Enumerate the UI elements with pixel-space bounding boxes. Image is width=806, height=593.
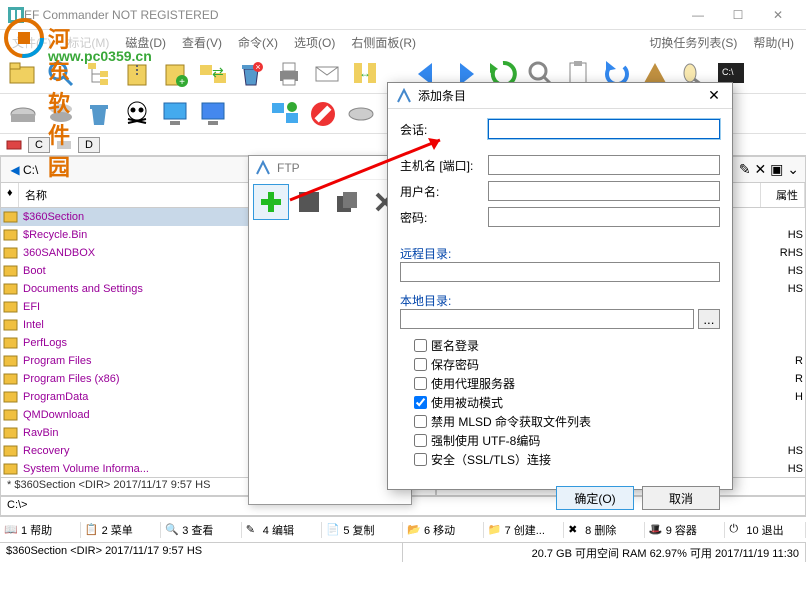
- svg-text:×: ×: [255, 62, 260, 72]
- browse-button[interactable]: ...: [698, 309, 720, 329]
- drive-d-icon: [56, 137, 72, 153]
- fkey-6[interactable]: 📂6 移动: [403, 522, 484, 538]
- fkey-9[interactable]: 🎩9 容器: [645, 522, 726, 538]
- local-dir-input[interactable]: [400, 309, 694, 329]
- trash2-icon[interactable]: [82, 97, 116, 131]
- menu-help[interactable]: 帮助(H): [747, 32, 800, 53]
- label-host: 主机名 [端口]:: [400, 157, 488, 174]
- svg-text:+: +: [179, 77, 185, 88]
- search-icon[interactable]: [44, 57, 78, 91]
- chk-mlsd[interactable]: 禁用 MLSD 命令获取文件列表: [414, 413, 720, 430]
- chk-utf8[interactable]: 强制使用 UTF-8编码: [414, 432, 720, 449]
- menu-cmd[interactable]: 命令(X): [232, 32, 284, 53]
- app-icon: [8, 7, 24, 23]
- print-icon[interactable]: [272, 57, 306, 91]
- password-input[interactable]: [488, 207, 720, 227]
- bottom-left: $360Section <DIR> 2017/11/17 9:57 HS: [0, 543, 403, 562]
- menu-opts[interactable]: 选项(O): [288, 32, 341, 53]
- fkey-bar: 📖1 帮助📋2 菜单🔍3 查看✎4 编辑📄5 复制📂6 移动📁7 创建...✖8…: [0, 516, 806, 542]
- label-remote: 远程目录:: [400, 245, 720, 262]
- chk-savepw[interactable]: 保存密码: [414, 356, 720, 373]
- titlebar: EF Commander NOT REGISTERED — ☐ ✕: [0, 0, 806, 30]
- fkey-10[interactable]: ⏻10 退出: [725, 522, 806, 538]
- menu-view[interactable]: 查看(V): [176, 32, 228, 53]
- tree-icon[interactable]: [82, 57, 116, 91]
- panel-prev-icon[interactable]: ◀: [7, 163, 23, 177]
- fkey-8[interactable]: ✖8 删除: [564, 522, 645, 538]
- ftp-icon: [255, 160, 271, 176]
- svg-text:↔: ↔: [359, 66, 371, 80]
- label-user: 用户名:: [400, 183, 488, 200]
- ftp-title: FTP: [277, 161, 300, 175]
- fkey-3[interactable]: 🔍3 查看: [161, 522, 242, 538]
- disks-icon[interactable]: [44, 97, 78, 131]
- ftp-add-button[interactable]: [253, 184, 289, 220]
- bottom-right: 20.7 GB 可用空间 RAM 62.97% 可用 2017/11/19 11…: [403, 543, 806, 562]
- col-attr[interactable]: 属性: [761, 183, 805, 207]
- chk-proxy[interactable]: 使用代理服务器: [414, 375, 720, 392]
- fkey-5[interactable]: 📄5 复制: [322, 522, 403, 538]
- trash-icon[interactable]: ×: [234, 57, 268, 91]
- sync-icon[interactable]: ⇄: [196, 57, 230, 91]
- label-local: 本地目录:: [400, 292, 720, 309]
- session-input[interactable]: [488, 119, 720, 139]
- block-icon[interactable]: [306, 97, 340, 131]
- disk-icon[interactable]: [6, 97, 40, 131]
- mail-icon[interactable]: [310, 57, 344, 91]
- chk-ssl[interactable]: 安全（SSL/TLS）连接: [414, 451, 720, 468]
- open-icon[interactable]: [6, 57, 40, 91]
- menu-rightpanel[interactable]: 右侧面板(R): [345, 32, 422, 53]
- minimize-button[interactable]: —: [678, 1, 718, 29]
- chk-anon[interactable]: 匿名登录: [414, 337, 720, 354]
- screen-icon[interactable]: [196, 97, 230, 131]
- remote-dir-input[interactable]: [400, 262, 720, 282]
- dialog-icon: [396, 88, 412, 104]
- fkey-2[interactable]: 📋2 菜单: [81, 522, 162, 538]
- disk2-icon[interactable]: [344, 97, 378, 131]
- user-input[interactable]: [488, 181, 720, 201]
- computer-icon[interactable]: [158, 97, 192, 131]
- fkey-4[interactable]: ✎4 编辑: [242, 522, 323, 538]
- drive-selector-icon[interactable]: [6, 137, 22, 153]
- ftp-edit-button[interactable]: [291, 184, 327, 220]
- ok-button[interactable]: 确定(O): [556, 486, 634, 510]
- split-icon[interactable]: ↔: [348, 57, 382, 91]
- network-icon[interactable]: [268, 97, 302, 131]
- dialog-close-icon[interactable]: ✕: [704, 87, 724, 104]
- bottom-status: $360Section <DIR> 2017/11/17 9:57 HS 20.…: [0, 542, 806, 562]
- cancel-button[interactable]: 取消: [642, 486, 720, 510]
- fkey-7[interactable]: 📁7 创建...: [484, 522, 565, 538]
- add-entry-dialog: 添加条目 ✕ 会话: 主机名 [端口]: 用户名: 密码: 远程目录: 本地目录…: [387, 82, 733, 490]
- label-pass: 密码:: [400, 209, 488, 226]
- maximize-button[interactable]: ☐: [718, 1, 758, 29]
- menu-tasks[interactable]: 切换任务列表(S): [643, 32, 743, 53]
- unzip-icon[interactable]: +: [158, 57, 192, 91]
- drive-c[interactable]: C: [28, 137, 50, 153]
- chk-passive[interactable]: 使用被动模式: [414, 394, 720, 411]
- skull-icon[interactable]: [120, 97, 154, 131]
- menu-disk[interactable]: 磁盘(D): [119, 32, 172, 53]
- label-session: 会话:: [400, 121, 488, 138]
- host-input[interactable]: [488, 155, 720, 175]
- close-button[interactable]: ✕: [758, 1, 798, 29]
- svg-text:C:\: C:\: [722, 67, 734, 77]
- menu-file[interactable]: 文件(F): [6, 32, 57, 53]
- menu-mark[interactable]: 标记(M): [61, 32, 115, 53]
- drive-d[interactable]: D: [78, 137, 100, 153]
- menubar: 文件(F) 标记(M) 磁盘(D) 查看(V) 命令(X) 选项(O) 右侧面板…: [0, 30, 806, 54]
- fkey-1[interactable]: 📖1 帮助: [0, 522, 81, 538]
- zip-icon[interactable]: [120, 57, 154, 91]
- right-panel-icons[interactable]: ✎ ✕ ▣ ⌄: [739, 161, 799, 178]
- ftp-copy-button[interactable]: [329, 184, 365, 220]
- window-title: EF Commander NOT REGISTERED: [24, 8, 678, 22]
- dialog-title: 添加条目: [418, 87, 704, 104]
- svg-text:⇄: ⇄: [212, 64, 224, 80]
